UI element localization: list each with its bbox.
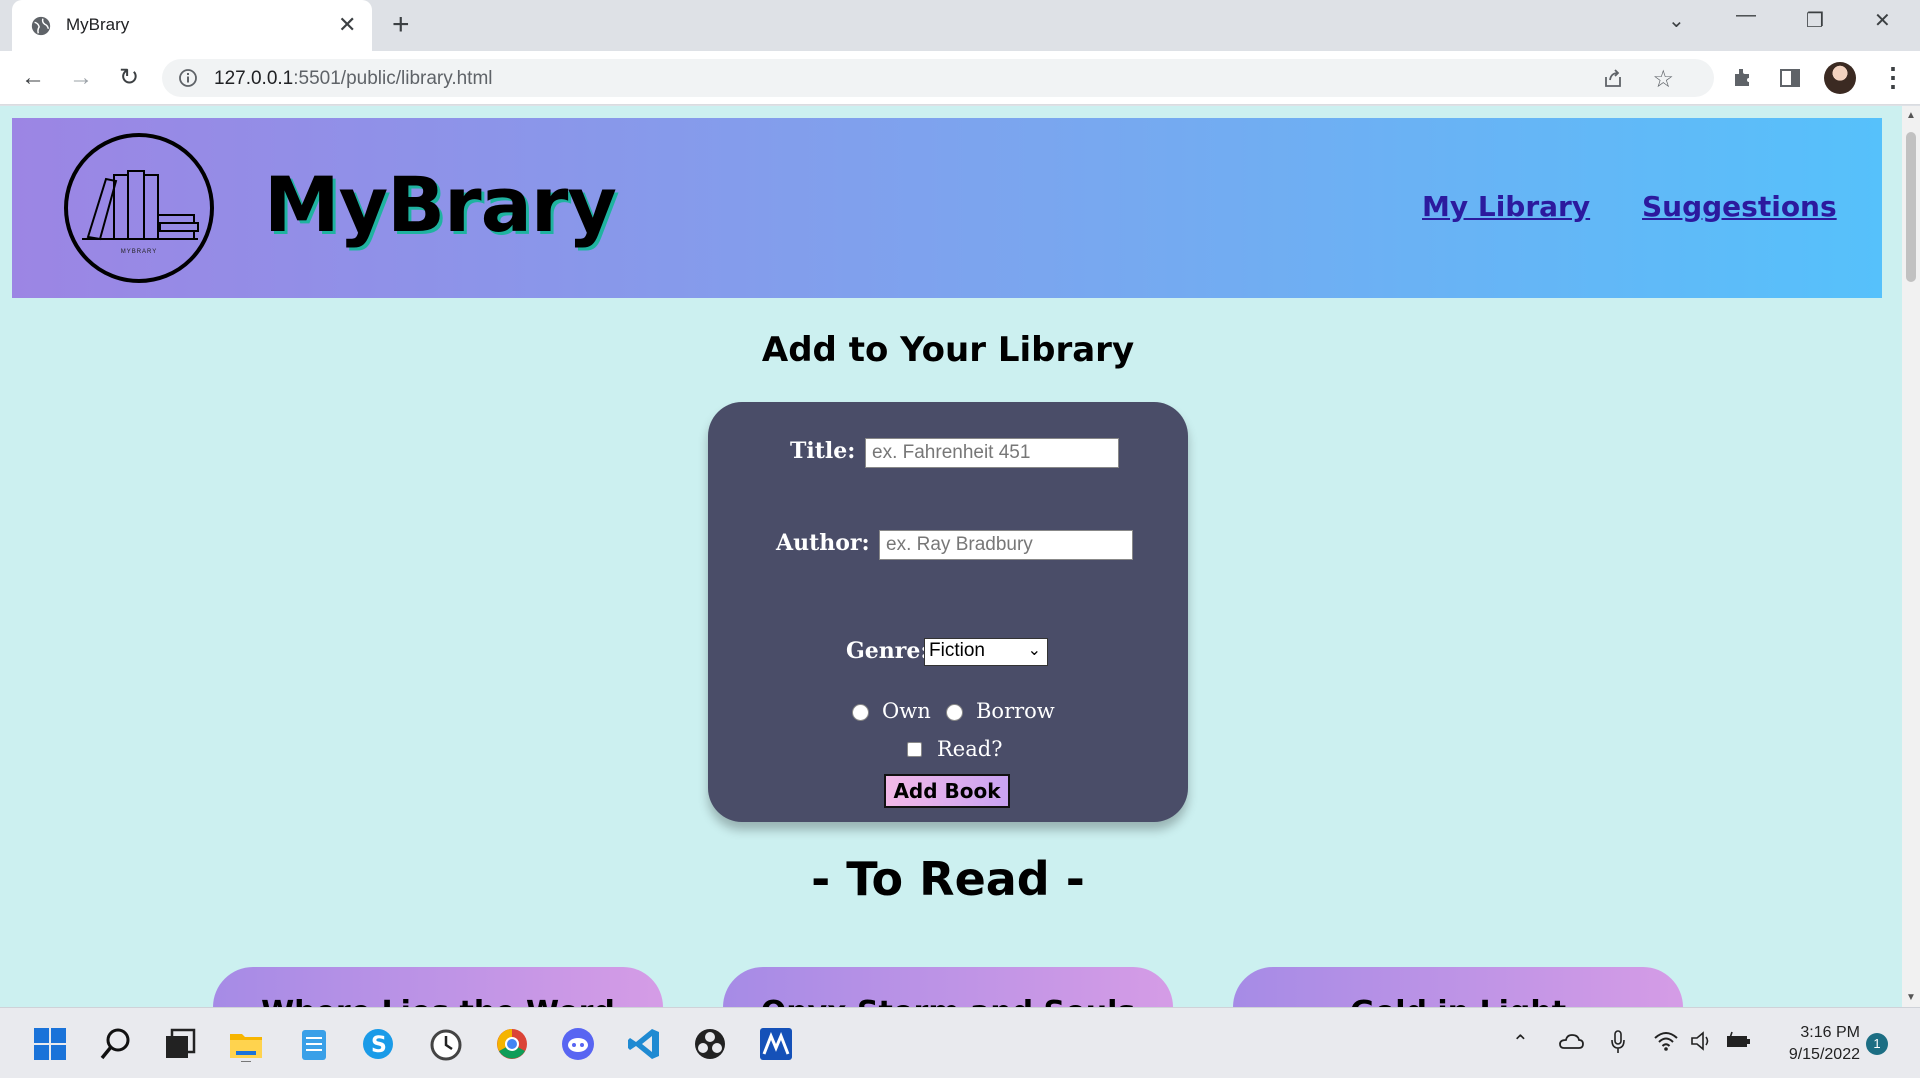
minimize-icon[interactable]: — xyxy=(1736,4,1756,27)
side-panel-icon[interactable] xyxy=(1778,66,1802,90)
genre-label: Genre: xyxy=(846,638,929,664)
url-path: :5501/public/library.html xyxy=(293,68,493,89)
volume-icon[interactable] xyxy=(1690,1030,1714,1052)
discord-icon[interactable] xyxy=(560,1026,596,1062)
search-icon[interactable] xyxy=(98,1026,134,1062)
file-explorer-icon[interactable] xyxy=(228,1026,264,1062)
close-tab-icon[interactable]: ✕ xyxy=(338,12,356,38)
clock-time: 3:16 PM xyxy=(1800,1024,1860,1041)
microphone-icon[interactable] xyxy=(1610,1030,1626,1054)
restore-icon[interactable]: ❐ xyxy=(1806,8,1824,33)
notification-badge[interactable]: 1 xyxy=(1866,1033,1888,1055)
url-host: 127.0.0.1 xyxy=(214,68,294,89)
share-icon[interactable] xyxy=(1602,67,1624,89)
read-label: Read? xyxy=(937,737,1003,761)
add-book-button[interactable]: Add Book xyxy=(884,774,1010,808)
site-title: MyBrary xyxy=(264,160,617,249)
browser-tab[interactable]: MyBrary ✕ xyxy=(12,0,372,51)
wifi-icon[interactable] xyxy=(1654,1030,1678,1052)
tray-chevron-up-icon[interactable]: ⌃ xyxy=(1512,1030,1529,1055)
own-label: Own xyxy=(882,699,931,723)
tab-title: MyBrary xyxy=(66,15,130,34)
address-bar[interactable]: 127.0.0.1:5501/public/library.html ☆ xyxy=(162,59,1714,97)
add-library-heading: Add to Your Library xyxy=(761,330,1135,370)
to-read-heading: - To Read - xyxy=(811,852,1085,906)
forward-icon[interactable]: → xyxy=(66,63,96,93)
book-card[interactable]: Gold in Light xyxy=(1233,967,1683,1007)
browser-tab-strip: MyBrary ✕ + ⌄ — ❐ ✕ xyxy=(0,0,1920,51)
site-info-icon[interactable] xyxy=(178,68,198,88)
author-label: Author: xyxy=(776,530,870,556)
scroll-up-icon[interactable]: ▲ xyxy=(1906,110,1916,121)
taskbar: S ⌃ 3:16 PM 9/15/2022 1 xyxy=(0,1007,1920,1078)
nav-my-library[interactable]: My Library xyxy=(1422,190,1590,223)
genre-select[interactable]: Fiction ⌄ xyxy=(924,638,1048,666)
site-header: MYBRARY MyBrary My Library Suggestions xyxy=(12,118,1882,298)
new-tab-icon[interactable]: + xyxy=(392,8,410,42)
book-title: Gold in Light xyxy=(1233,995,1683,1007)
battery-charging-icon[interactable] xyxy=(1726,1030,1752,1052)
mural-app-icon[interactable] xyxy=(758,1026,794,1062)
book-title: Where Lies the Word xyxy=(213,995,663,1007)
windows-start-icon[interactable] xyxy=(32,1026,68,1062)
books-icon xyxy=(82,170,199,241)
book-title: Onyx Storm and Souls xyxy=(723,995,1173,1007)
borrow-label: Borrow xyxy=(976,699,1055,723)
more-menu-icon[interactable]: ⋮ xyxy=(1880,62,1906,93)
logo[interactable]: MYBRARY xyxy=(64,133,214,283)
scroll-thumb[interactable] xyxy=(1906,132,1916,282)
chevron-down-icon: ⌄ xyxy=(1027,642,1041,659)
profile-avatar[interactable] xyxy=(1824,62,1856,94)
url-text[interactable]: 127.0.0.1:5501/public/library.html xyxy=(214,68,493,90)
window-close-icon[interactable]: ✕ xyxy=(1874,8,1891,33)
book-card[interactable]: Where Lies the Word xyxy=(213,967,663,1007)
clock-date: 9/15/2022 xyxy=(1788,1046,1860,1063)
author-input[interactable] xyxy=(879,530,1133,560)
extensions-icon[interactable] xyxy=(1730,66,1754,90)
browser-toolbar: ← → ↻ 127.0.0.1:5501/public/library.html… xyxy=(0,51,1920,105)
skype-icon[interactable]: S xyxy=(360,1026,396,1062)
add-book-form: Title: Author: Genre: Fiction ⌄ Own Borr… xyxy=(708,402,1188,822)
chrome-icon[interactable] xyxy=(494,1026,530,1062)
globe-icon xyxy=(31,16,51,36)
task-view-icon[interactable] xyxy=(162,1026,198,1062)
bookmark-star-icon[interactable]: ☆ xyxy=(1652,65,1674,94)
reload-icon[interactable]: ↻ xyxy=(114,63,144,93)
scroll-down-icon[interactable]: ▼ xyxy=(1906,992,1916,1003)
notepad-icon[interactable] xyxy=(296,1026,332,1062)
back-icon[interactable]: ← xyxy=(18,63,48,93)
clock-app-icon[interactable] xyxy=(428,1026,464,1062)
title-label: Title: xyxy=(790,438,856,464)
book-card[interactable]: Onyx Storm and Souls xyxy=(723,967,1173,1007)
onedrive-icon[interactable] xyxy=(1558,1032,1584,1050)
tab-search-chevron-icon[interactable]: ⌄ xyxy=(1668,8,1685,33)
logo-caption: MYBRARY xyxy=(120,249,158,255)
page-viewport: MYBRARY MyBrary My Library Suggestions A… xyxy=(0,106,1920,1007)
vscode-icon[interactable] xyxy=(626,1026,662,1062)
genre-selected-value: Fiction xyxy=(929,640,985,661)
system-clock[interactable]: 3:16 PM 9/15/2022 xyxy=(1770,1022,1860,1066)
svg-text:S: S xyxy=(371,1033,387,1058)
borrow-radio[interactable] xyxy=(946,704,963,721)
page-scrollbar[interactable]: ▲ ▼ xyxy=(1902,106,1920,1007)
own-radio[interactable] xyxy=(852,704,869,721)
obs-icon[interactable] xyxy=(692,1026,728,1062)
title-input[interactable] xyxy=(865,438,1119,468)
read-checkbox[interactable] xyxy=(907,742,922,757)
nav-suggestions[interactable]: Suggestions xyxy=(1642,190,1837,223)
